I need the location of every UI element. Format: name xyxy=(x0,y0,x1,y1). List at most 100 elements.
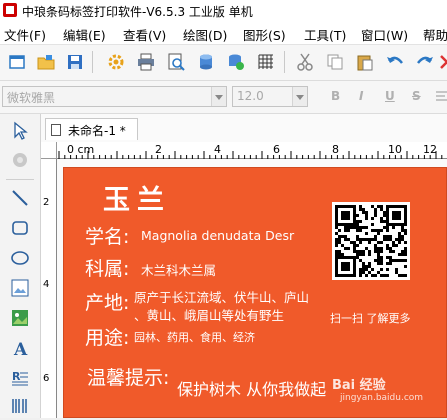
qr-module xyxy=(335,208,338,211)
origin-value-line2[interactable]: 、黄山、峨眉山等处有野生 xyxy=(134,305,284,324)
ellipse-icon[interactable] xyxy=(10,248,30,268)
chevron-down-icon[interactable] xyxy=(211,87,226,106)
new-icon[interactable] xyxy=(8,53,26,71)
qr-module xyxy=(383,238,386,241)
redo-icon[interactable] xyxy=(416,53,434,71)
menu-help[interactable]: 帮助 xyxy=(423,25,447,44)
scan-hint[interactable]: 扫一扫 了解更多 xyxy=(330,310,411,326)
font-name-select[interactable]: 微软雅黑 xyxy=(2,86,227,107)
paste-icon[interactable] xyxy=(356,53,374,71)
qr-module xyxy=(368,241,371,244)
qr-module xyxy=(380,250,383,253)
horizontal-ruler[interactable]: 0 cm 2 4 6 8 10 12 xyxy=(57,142,447,159)
qr-module xyxy=(359,268,362,271)
qr-module xyxy=(344,211,347,214)
qr-module xyxy=(380,241,383,244)
open-icon[interactable] xyxy=(37,53,55,71)
select-arrow-icon[interactable] xyxy=(10,121,30,141)
qr-module xyxy=(404,232,407,235)
menu-window[interactable]: 窗口(W) xyxy=(361,25,408,44)
font-size-select[interactable]: 12.0 xyxy=(232,86,308,107)
database-settings-icon[interactable] xyxy=(227,53,245,71)
qr-module xyxy=(368,262,371,265)
qr-module xyxy=(401,226,404,229)
qr-module xyxy=(359,208,362,211)
print-icon[interactable] xyxy=(137,53,155,71)
menu-bar: 文件(F) 编辑(E) 查看(V) 绘图(D) 图形(S) 工具(T) 窗口(W… xyxy=(0,22,447,45)
tip-key[interactable]: 温馨提示: xyxy=(87,363,169,390)
qr-module xyxy=(371,217,374,220)
rectangle-icon[interactable] xyxy=(10,218,30,238)
menu-view[interactable]: 查看(V) xyxy=(123,25,166,44)
pan-icon[interactable] xyxy=(10,150,30,170)
qr-module xyxy=(362,208,365,211)
rich-text-icon[interactable]: R xyxy=(10,368,30,388)
scientific-name-value[interactable]: Magnolia denudata Desr xyxy=(141,228,294,243)
save-icon[interactable] xyxy=(66,53,84,71)
chevron-down-icon[interactable] xyxy=(292,87,307,106)
usage-value[interactable]: 园林、药用、食用、经济 xyxy=(134,329,255,345)
qr-module xyxy=(344,214,347,217)
barcode-icon[interactable] xyxy=(10,396,30,416)
qr-module xyxy=(377,256,380,259)
family-value[interactable]: 木兰科木兰属 xyxy=(141,260,216,279)
family-key[interactable]: 科属: xyxy=(85,254,129,281)
label-title[interactable]: 玉兰 xyxy=(103,178,171,217)
underline-button[interactable]: U xyxy=(385,89,395,103)
qr-module xyxy=(344,262,347,265)
menu-tools[interactable]: 工具(T) xyxy=(304,25,346,44)
qr-module xyxy=(347,265,350,268)
qr-module xyxy=(386,238,389,241)
qr-module xyxy=(386,217,389,220)
text-icon[interactable]: A xyxy=(10,338,30,360)
picture-icon[interactable] xyxy=(10,308,30,328)
image-icon[interactable] xyxy=(10,278,30,298)
settings-icon[interactable] xyxy=(107,53,125,71)
origin-value-line1[interactable]: 原产于长江流域、伏牛山、庐山 xyxy=(134,287,309,306)
menu-file[interactable]: 文件(F) xyxy=(4,25,46,44)
qr-code[interactable] xyxy=(332,202,410,280)
menu-shape[interactable]: 图形(S) xyxy=(243,25,286,44)
qr-module xyxy=(344,256,347,259)
print-preview-icon[interactable] xyxy=(167,53,185,71)
qr-module xyxy=(386,223,389,226)
qr-module xyxy=(338,223,341,226)
qr-module xyxy=(389,250,392,253)
qr-module xyxy=(380,274,383,277)
undo-icon[interactable] xyxy=(386,53,404,71)
qr-module xyxy=(365,214,368,217)
menu-draw[interactable]: 绘图(D) xyxy=(183,25,227,44)
scientific-name-key[interactable]: 学名: xyxy=(85,222,129,249)
bold-button[interactable]: B xyxy=(331,89,340,103)
grid-icon[interactable] xyxy=(257,53,275,71)
strikethrough-button[interactable]: S xyxy=(412,89,421,103)
qr-code-pattern xyxy=(335,205,407,277)
origin-key[interactable]: 产地: xyxy=(85,288,129,315)
qr-module xyxy=(395,214,398,217)
qr-module xyxy=(338,229,341,232)
database-icon[interactable] xyxy=(197,53,215,71)
line-icon[interactable] xyxy=(10,188,30,208)
qr-module xyxy=(404,217,407,220)
align-left-icon[interactable] xyxy=(435,89,447,107)
vertical-ruler[interactable]: 2 4 6 xyxy=(41,159,57,418)
delete-icon[interactable] xyxy=(438,53,447,71)
italic-button[interactable]: I xyxy=(359,89,363,103)
cut-icon[interactable] xyxy=(296,53,314,71)
ruler-label: 2 xyxy=(43,197,50,208)
qr-module xyxy=(398,274,401,277)
qr-module xyxy=(365,265,368,268)
font-size-value: 12.0 xyxy=(237,89,264,103)
qr-module xyxy=(353,211,356,214)
qr-module xyxy=(398,235,401,238)
copy-icon[interactable] xyxy=(326,53,344,71)
document-tab[interactable]: 未命名-1 * xyxy=(45,118,138,140)
tip-value[interactable]: 保护树木 从你我做起 xyxy=(177,376,326,400)
qr-module xyxy=(395,223,398,226)
qr-module xyxy=(389,235,392,238)
qr-module xyxy=(374,208,377,211)
menu-edit[interactable]: 编辑(E) xyxy=(63,25,106,44)
qr-module xyxy=(335,274,338,277)
usage-key[interactable]: 用途: xyxy=(85,323,129,350)
label-card[interactable]: 玉兰 学名: Magnolia denudata Desr 科属: 木兰科木兰属… xyxy=(63,167,447,418)
